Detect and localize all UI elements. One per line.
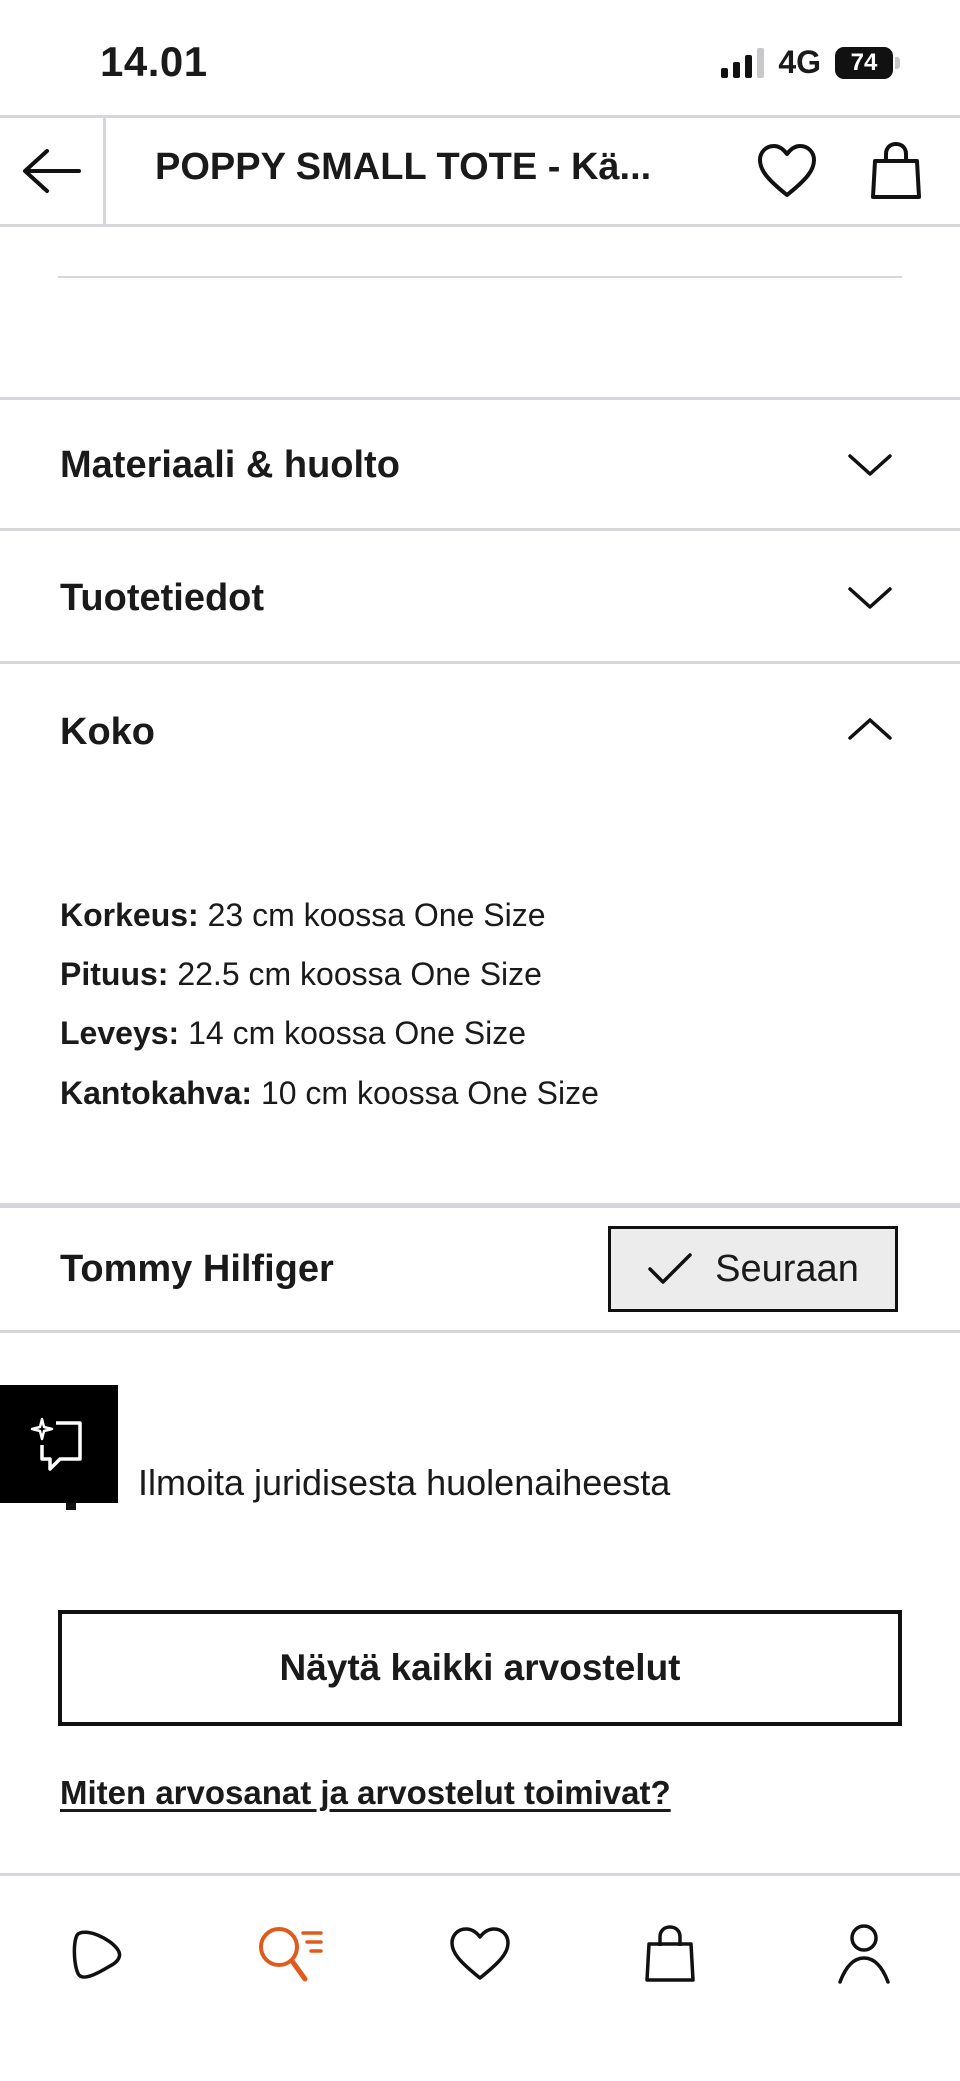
bottom-navigation [0, 1873, 960, 2081]
chevron-down-icon [848, 587, 892, 609]
battery-icon: 74 [835, 46, 900, 79]
ai-assistant-button[interactable] [0, 1385, 118, 1503]
divider [0, 1330, 960, 1333]
follow-label: Seuraan [715, 1247, 859, 1290]
profile-icon [838, 1924, 890, 1984]
nav-wishlist[interactable] [440, 1914, 520, 1994]
checkmark-icon [648, 1253, 692, 1284]
page-title: POPPY SMALL TOTE - Kä... [155, 146, 652, 188]
size-detail-length: Pituus: 22.5 cm koossa One Size [60, 956, 542, 992]
reviews-help-link[interactable]: Miten arvosanat ja arvostelut toimivat? [60, 1774, 671, 1812]
accordion-size[interactable]: Koko [0, 664, 960, 794]
chevron-down-icon [848, 454, 892, 476]
nav-profile[interactable] [824, 1914, 904, 1994]
nav-search[interactable] [250, 1914, 330, 1994]
nav-home[interactable] [56, 1914, 136, 1994]
accordion-label: Tuotetiedot [60, 577, 265, 619]
top-bar: POPPY SMALL TOTE - Kä... [0, 115, 960, 227]
nav-cart[interactable] [630, 1914, 710, 1994]
search-icon [259, 1927, 323, 1982]
status-indicators: 4G 74 [721, 44, 900, 81]
shopping-bag-icon [871, 141, 921, 199]
show-all-reviews-button[interactable]: Näytä kaikki arvostelut [58, 1610, 902, 1726]
home-play-icon [72, 1930, 122, 1979]
heart-icon [758, 144, 816, 197]
sparkle-chat-icon [30, 1417, 82, 1471]
brand-name[interactable]: Tommy Hilfiger [60, 1248, 334, 1291]
chevron-up-icon [848, 718, 892, 740]
back-button[interactable] [0, 118, 106, 224]
wishlist-button[interactable] [754, 138, 820, 204]
divider [0, 1203, 960, 1208]
size-detail-handle: Kantokahva: 10 cm koossa One Size [60, 1075, 599, 1111]
accordion-label: Koko [60, 711, 155, 753]
accordion-label: Materiaali & huolto [60, 444, 400, 486]
heart-icon [450, 1927, 510, 1980]
accordion-product-info[interactable]: Tuotetiedot [0, 531, 960, 661]
accordion-material[interactable]: Materiaali & huolto [0, 400, 960, 530]
status-time: 14.01 [100, 38, 208, 85]
arrow-left-icon [22, 149, 81, 193]
battery-level: 74 [835, 46, 893, 79]
cart-button[interactable] [863, 138, 929, 204]
size-detail-width: Leveys: 14 cm koossa One Size [60, 1015, 527, 1051]
section-divider [58, 276, 902, 278]
report-legal-link[interactable]: Ilmoita juridisesta huolenaiheesta [138, 1462, 670, 1504]
follow-button[interactable]: Seuraan [608, 1226, 898, 1312]
signal-icon [721, 47, 765, 78]
shopping-bag-icon [645, 1925, 695, 1982]
size-detail-height: Korkeus: 23 cm koossa One Size [60, 897, 546, 933]
network-type: 4G [778, 44, 821, 80]
